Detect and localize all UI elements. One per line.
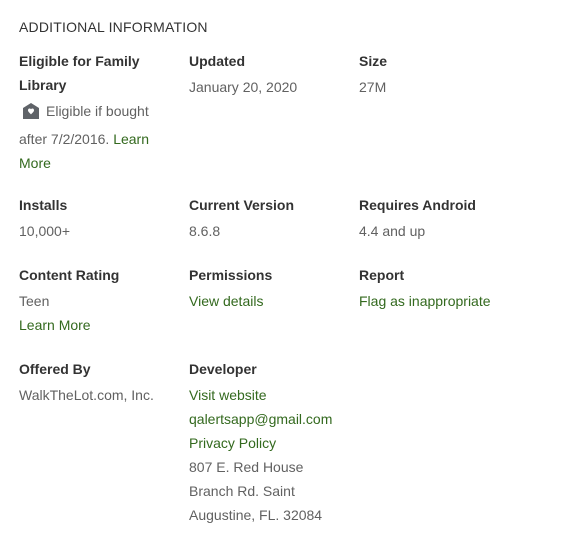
permissions-block: Permissions View details	[189, 263, 339, 313]
developer-privacy-policy-link[interactable]: Privacy Policy	[189, 431, 339, 455]
content-rating-block: Content Rating Teen Learn More	[19, 263, 169, 337]
current-version-label: Current Version	[189, 197, 295, 213]
developer-address: 807 E. Red House Branch Rd. Saint August…	[189, 459, 323, 523]
flag-inappropriate-link[interactable]: Flag as inappropriate	[359, 289, 509, 313]
developer-block: Developer Visit website qalertsapp@gmail…	[189, 357, 339, 527]
section-title: ADDITIONAL INFORMATION	[19, 19, 208, 35]
updated-value: January 20, 2020	[189, 79, 298, 95]
content-rating-value: Teen	[19, 293, 50, 309]
updated-block: Updated January 20, 2020	[189, 49, 339, 99]
offered-by-value: WalkTheLot.com, Inc.	[19, 387, 154, 403]
report-block: Report Flag as inappropriate	[359, 263, 509, 313]
offered-by-block: Offered By WalkTheLot.com, Inc.	[19, 357, 169, 407]
report-label: Report	[359, 267, 405, 283]
size-block: Size 27M	[359, 49, 509, 99]
size-value: 27M	[359, 79, 387, 95]
content-rating-learn-more-link[interactable]: Learn More	[19, 313, 169, 337]
installs-value: 10,000+	[19, 223, 70, 239]
current-version-value: 8.6.8	[189, 223, 221, 239]
permissions-view-details-link[interactable]: View details	[189, 289, 339, 313]
family-library-block: Eligible for Family Library Eligible if …	[19, 49, 169, 175]
updated-label: Updated	[189, 53, 245, 69]
installs-label: Installs	[19, 197, 68, 213]
permissions-label: Permissions	[189, 267, 273, 283]
family-library-text-block: Eligible if bought after 7/2/2016. Learn…	[19, 99, 169, 175]
developer-email-link[interactable]: qalertsapp@gmail.com	[189, 407, 339, 431]
content-rating-label: Content Rating	[19, 267, 120, 283]
family-library-label: Eligible for Family Library	[19, 53, 140, 93]
installs-block: Installs 10,000+	[19, 193, 169, 243]
requires-android-block: Requires Android 4.4 and up	[359, 193, 509, 243]
family-library-icon	[22, 102, 40, 127]
developer-label: Developer	[189, 361, 257, 377]
requires-android-value: 4.4 and up	[359, 223, 426, 239]
requires-android-label: Requires Android	[359, 197, 476, 213]
offered-by-label: Offered By	[19, 361, 91, 377]
developer-website-link[interactable]: Visit website	[189, 383, 339, 407]
current-version-block: Current Version 8.6.8	[189, 193, 339, 243]
size-label: Size	[359, 53, 388, 69]
